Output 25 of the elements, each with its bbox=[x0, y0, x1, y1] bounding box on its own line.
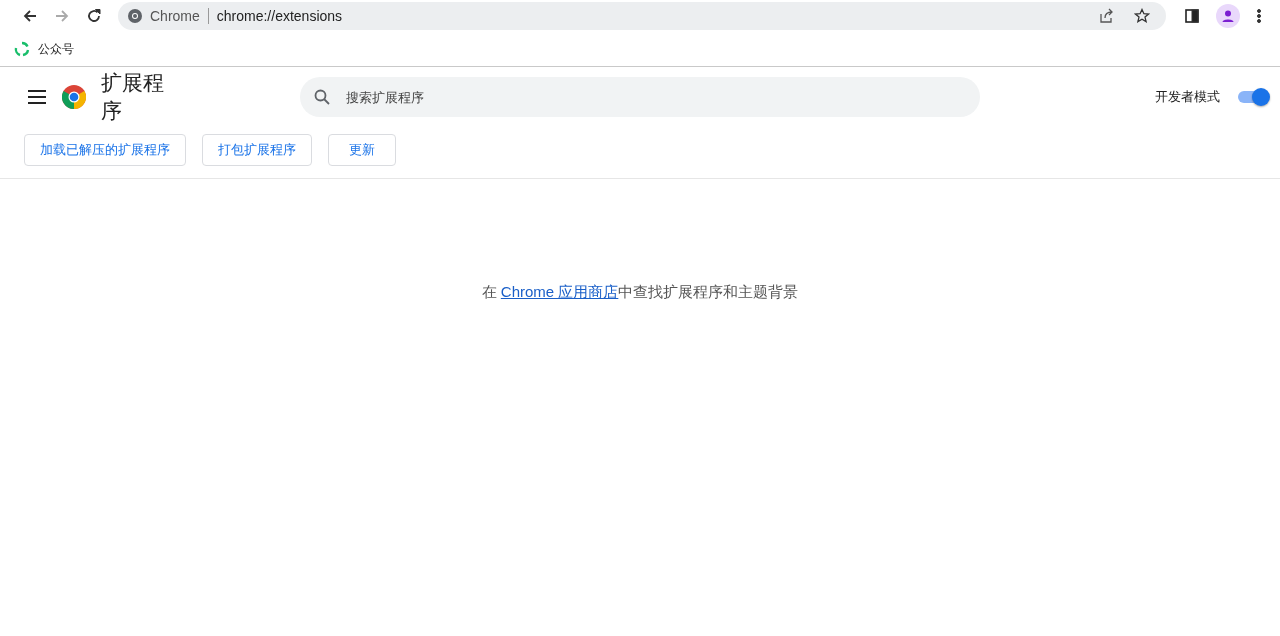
chrome-logo-icon bbox=[128, 9, 142, 23]
reload-icon[interactable] bbox=[86, 8, 102, 24]
share-icon[interactable] bbox=[1098, 8, 1114, 24]
back-arrow-icon[interactable] bbox=[22, 8, 38, 24]
developer-mode-toggle[interactable] bbox=[1238, 91, 1268, 103]
search-input[interactable]: 搜索扩展程序 bbox=[344, 88, 966, 106]
star-icon[interactable] bbox=[1134, 8, 1150, 24]
action-button[interactable]: 打包扩展程序 bbox=[202, 134, 312, 166]
side-panel-icon[interactable] bbox=[1184, 8, 1200, 24]
profile-avatar-icon[interactable] bbox=[1216, 4, 1240, 28]
store-link[interactable]: Chrome 应用商店 bbox=[500, 283, 619, 300]
menu-icon[interactable] bbox=[28, 90, 46, 104]
developer-mode-label: 开发者模式 bbox=[1155, 88, 1220, 106]
action-button[interactable]: 加载已解压的扩展程序 bbox=[24, 134, 186, 166]
bookmark-item[interactable]: 公众号 bbox=[14, 40, 74, 58]
more-menu-icon[interactable] bbox=[1256, 8, 1262, 24]
empty-state-message: 在 Chrome 应用商店中查找扩展程序和主题背景 bbox=[480, 283, 800, 302]
site-label: Chrome bbox=[150, 8, 200, 24]
search-field[interactable]: 搜索扩展程序 bbox=[300, 77, 980, 117]
action-button[interactable]: 更新 bbox=[328, 134, 396, 166]
chrome-logo-icon bbox=[62, 85, 86, 109]
address-bar[interactable]: Chrome chrome://extensions bbox=[118, 2, 1166, 30]
search-icon bbox=[314, 89, 330, 105]
page-title: 扩展程序 bbox=[101, 70, 165, 124]
url-text: chrome://extensions bbox=[216, 8, 343, 24]
